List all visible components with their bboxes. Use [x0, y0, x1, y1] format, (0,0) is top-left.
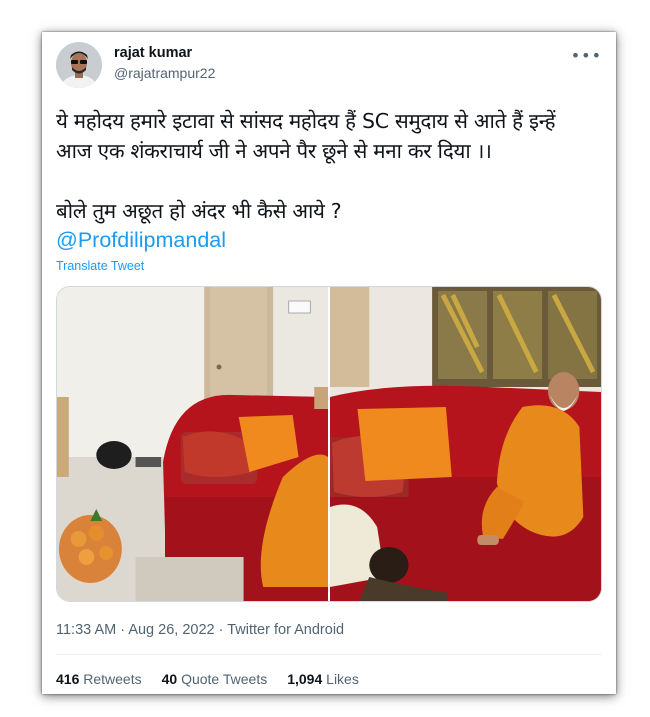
handle[interactable]: @rajatrampur22: [114, 65, 215, 81]
tweet-source[interactable]: Twitter for Android: [227, 622, 344, 638]
likes-stat[interactable]: 1,094 Likes: [287, 671, 359, 687]
quote-tweets-stat[interactable]: 40 Quote Tweets: [162, 671, 268, 687]
tweet-text: ये महोदय हमारे इटावा से सांसद महोदय हैं …: [56, 109, 556, 223]
display-name[interactable]: rajat kumar: [114, 45, 215, 61]
avatar[interactable]: [56, 42, 102, 88]
retweets-stat[interactable]: 416 Retweets: [56, 671, 142, 687]
more-icon[interactable]: •••: [571, 46, 602, 65]
retweets-count: 416: [56, 671, 80, 687]
tweet-header: rajat kumar @rajatrampur22 •••: [56, 42, 602, 92]
media-grid: [56, 286, 602, 602]
tweet-stats: 416 Retweets 40 Quote Tweets 1,094 Likes: [56, 671, 602, 687]
retweets-label: Retweets: [83, 671, 142, 687]
tweet-card: rajat kumar @rajatrampur22 ••• ये महोदय …: [42, 32, 616, 694]
quotes-label: Quote Tweets: [181, 671, 268, 687]
quotes-count: 40: [161, 671, 178, 687]
author-names: rajat kumar @rajatrampur22: [114, 45, 215, 81]
likes-label: Likes: [326, 671, 359, 687]
tweet-meta: 11:33 AM · Aug 26, 2022 · Twitter for An…: [56, 622, 602, 655]
likes-count: 1,094: [287, 671, 323, 687]
mention-link[interactable]: @Profdilipmandal: [56, 226, 602, 254]
translate-tweet-link[interactable]: Translate Tweet: [56, 259, 144, 273]
photo-left[interactable]: [57, 287, 328, 601]
tweet-time[interactable]: 11:33 AM: [56, 622, 116, 638]
tweet-date[interactable]: Aug 26, 2022: [128, 622, 214, 638]
photo-right[interactable]: [330, 287, 601, 601]
